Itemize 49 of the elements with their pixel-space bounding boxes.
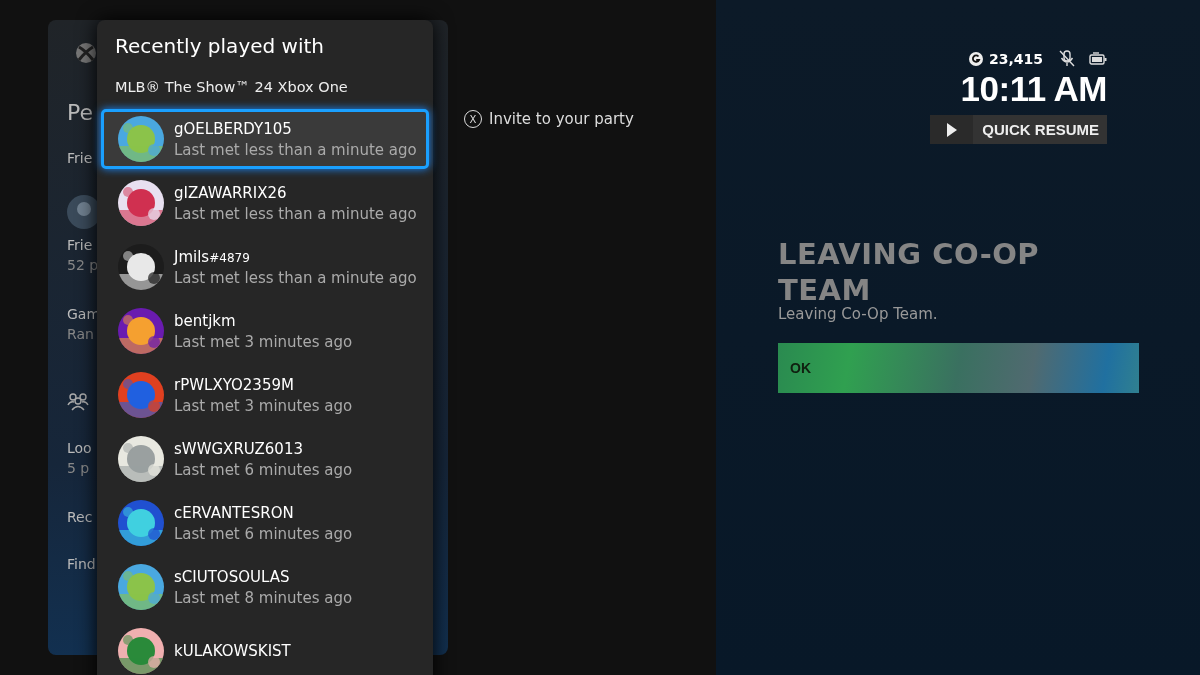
player-item[interactable]: gIZAWARRIX26 Last met less than a minute ago — [101, 173, 429, 233]
last-met-text: Last met less than a minute ago — [174, 140, 417, 159]
player-item[interactable]: sWWGXRUZ6013 Last met 6 minutes ago — [101, 429, 429, 489]
gamertag: cERVANTESRON — [174, 503, 295, 522]
last-met-text: Last met 8 minutes ago — [174, 588, 353, 607]
last-met-text: Last met 3 minutes ago — [174, 396, 353, 415]
menu-item[interactable]: Frie — [67, 148, 93, 168]
mic-muted-icon — [1059, 50, 1075, 67]
gamertag: gIZAWARRIX26 — [174, 183, 288, 202]
flyout-title: Recently played with — [114, 33, 325, 60]
panel-title: Pe — [67, 100, 94, 125]
item-detail: 52 p — [67, 256, 99, 275]
dialog-title: LEAVING CO-OP TEAM — [778, 236, 1041, 307]
item-detail: 5 p — [67, 459, 91, 478]
last-met-text: Last met 3 minutes ago — [174, 332, 353, 351]
gamertag: kULAKOWSKIST — [174, 642, 291, 660]
item-detail: Ran — [67, 325, 95, 344]
battery-icon — [1089, 51, 1107, 66]
menu-item[interactable]: Frie — [67, 235, 99, 255]
play-icon — [947, 122, 958, 137]
player-item[interactable]: gOELBERDY105 Last met less than a minute ago — [101, 109, 429, 169]
last-met-text: Last met less than a minute ago — [174, 268, 417, 287]
player-item[interactable]: Jmils#4879 Last met less than a minute ago — [101, 237, 429, 297]
gamerscore-icon — [968, 51, 983, 66]
gamertag: sCIUTOSOULAS — [174, 567, 291, 586]
gamertag: Jmils#4879 — [174, 247, 251, 266]
player-item[interactable]: sCIUTOSOULAS Last met 8 minutes ago — [101, 557, 429, 617]
hint-label: Invite to your party — [489, 110, 634, 128]
menu-item[interactable]: Loo — [67, 438, 92, 458]
people-group-icon — [67, 390, 89, 412]
menu-item[interactable]: Find — [67, 554, 96, 574]
clock-time: 10:11 AM — [960, 69, 1107, 109]
last-met-text: Last met 6 minutes ago — [174, 460, 353, 479]
menu-item[interactable]: Rec — [67, 507, 93, 527]
game-title: MLB® The Show™ 24 Xbox One — [114, 78, 349, 97]
player-item[interactable]: cERVANTESRON Last met 6 minutes ago — [101, 493, 429, 553]
gamertag: bentjkm — [174, 311, 237, 330]
last-met-text: Last met 6 minutes ago — [174, 524, 353, 543]
dialog-message: Leaving Co-Op Team. — [778, 305, 939, 323]
quick-resume-button[interactable]: QUICK RESUME — [930, 115, 1107, 144]
player-item[interactable]: bentjkm Last met 3 minutes ago — [101, 301, 429, 361]
player-item[interactable]: kULAKOWSKIST — [101, 621, 429, 675]
gamerscore: 23,415 — [988, 50, 1043, 67]
gamertag: sWWGXRUZ6013 — [174, 439, 304, 458]
last-met-text: Last met less than a minute ago — [174, 204, 417, 223]
ok-button[interactable]: OK — [778, 343, 1139, 393]
gamertag: rPWLXYO2359M — [174, 375, 295, 394]
player-item[interactable]: rPWLXYO2359M Last met 3 minutes ago — [101, 365, 429, 425]
gamertag: gOELBERDY105 — [174, 119, 293, 138]
